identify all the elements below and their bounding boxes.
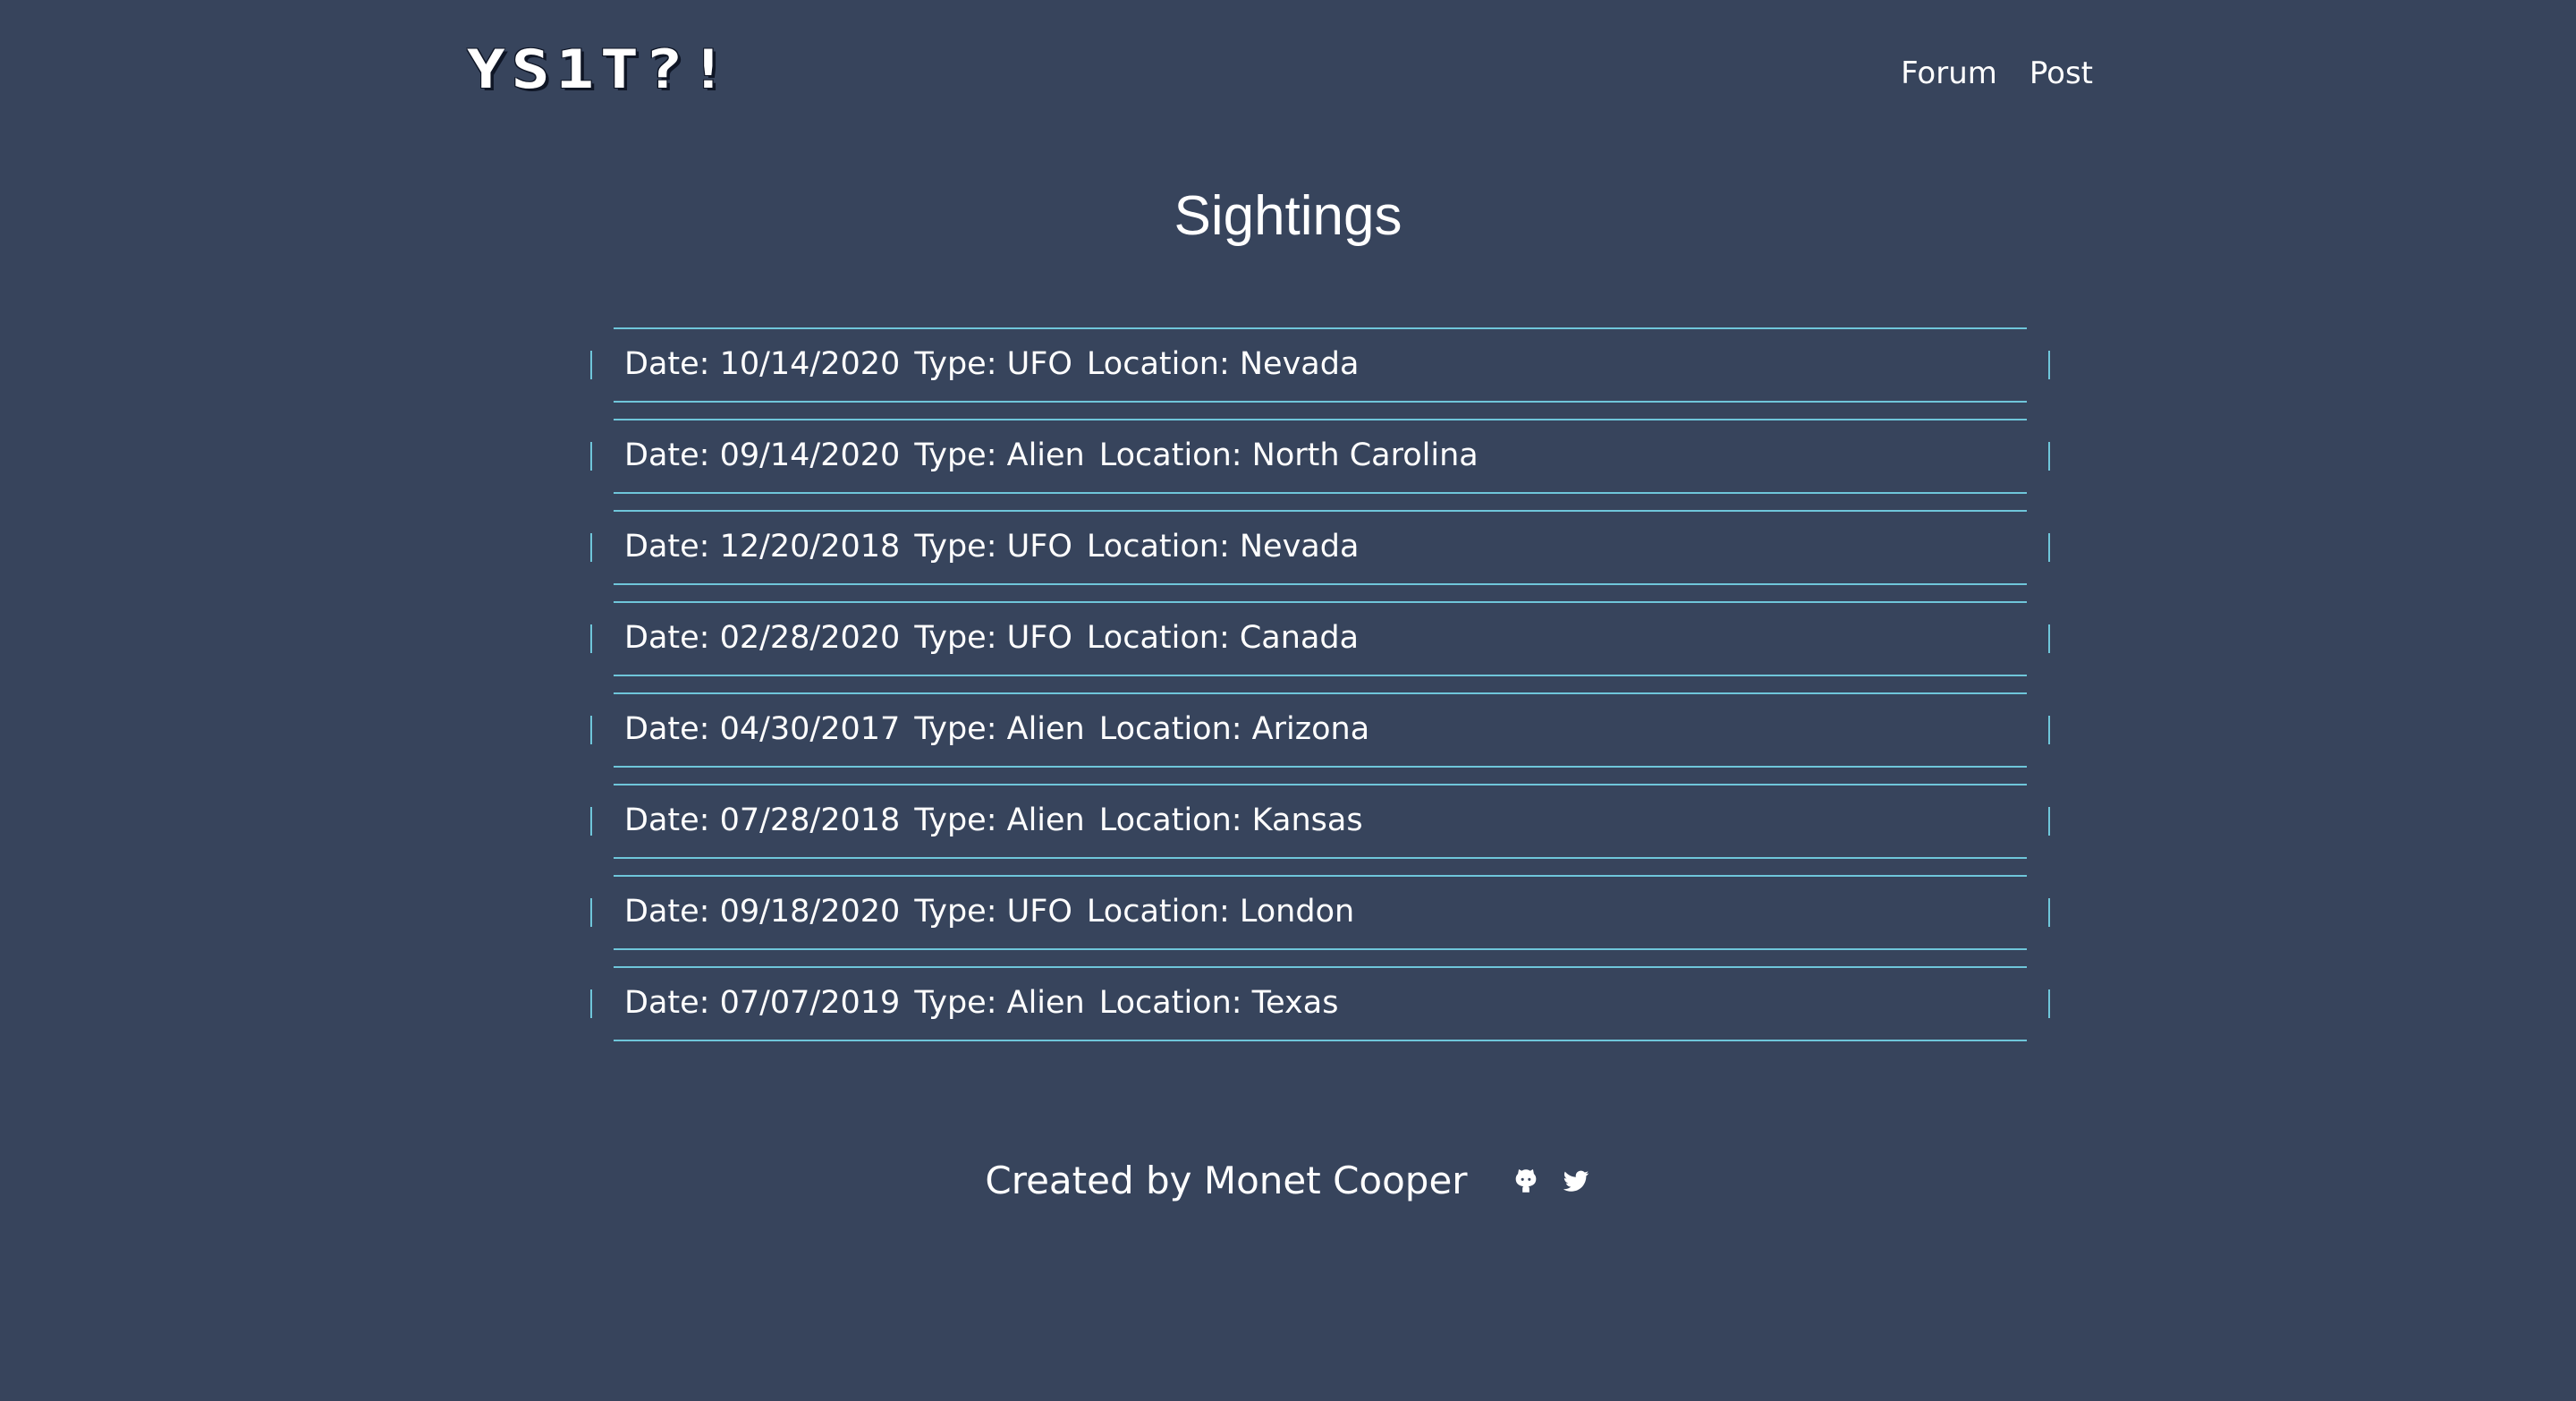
sighting-item[interactable]: Date: 04/30/2017 Type: Alien Location: Ari… [590,692,2050,768]
sighting-location: Location: Texas [1098,985,1339,1021]
item-border-bottom [614,948,2027,950]
sighting-text: Date: 10/14/2020 Type: UFO Location: Nevad… [624,342,1373,386]
sighting-item[interactable]: Date: 02/28/2020 Type: UFO Location: Canad… [590,601,2050,676]
item-border-top [614,784,2027,785]
site-logo[interactable]: YS1T?! [467,41,733,98]
item-border-left [590,351,592,379]
item-border-left [590,442,592,471]
site-header: YS1T?! Forum Post [0,0,2576,143]
sighting-date: Date: 07/07/2019 [624,985,901,1021]
item-border-bottom [614,766,2027,768]
item-border-right [2048,442,2050,471]
sightings-list: Date: 10/14/2020 Type: UFO Location: Nevad… [590,327,2050,1057]
sighting-type: Type: Alien [914,802,1085,838]
item-border-top [614,510,2027,512]
sighting-date: Date: 07/28/2018 [624,802,901,838]
sighting-text: Date: 07/07/2019 Type: Alien Location: Tex… [624,981,1352,1025]
item-border-right [2048,989,2050,1018]
sighting-location: Location: Canada [1086,620,1360,656]
sighting-text: Date: 12/20/2018 Type: UFO Location: Nevad… [624,524,1373,569]
sighting-item[interactable]: Date: 07/28/2018 Type: Alien Location: Kan… [590,784,2050,859]
sighting-type: Type: Alien [914,985,1085,1021]
sighting-date: Date: 02/28/2020 [624,620,901,656]
sighting-item[interactable]: Date: 09/14/2020 Type: Alien Location: Nor… [590,419,2050,494]
sighting-type: Type: Alien [914,437,1085,473]
sighting-text: Date: 02/28/2020 Type: UFO Location: Canad… [624,616,1373,660]
sighting-text: Date: 04/30/2017 Type: Alien Location: Ari… [624,707,1384,751]
sighting-location: Location: Nevada [1086,346,1360,382]
footer-credit: Created by Monet Cooper [985,1159,1468,1202]
item-border-bottom [614,857,2027,859]
item-border-bottom [614,401,2027,403]
github-icon-graphic [1515,1168,1536,1193]
item-border-left [590,989,592,1018]
sighting-date: Date: 09/18/2020 [624,894,901,930]
sighting-item[interactable]: Date: 09/18/2020 Type: UFO Location: Londo… [590,875,2050,950]
item-border-left [590,807,592,836]
item-border-bottom [614,1040,2027,1041]
page-title: Sightings [1174,185,1402,247]
sighting-location: Location: London [1086,894,1355,930]
item-border-top [614,419,2027,420]
item-border-left [590,533,592,562]
site-footer: Created by Monet Cooper [0,1154,2576,1208]
sighting-text: Date: 09/14/2020 Type: Alien Location: Nor… [624,433,1493,478]
sighting-type: Type: UFO [914,620,1072,656]
sighting-text: Date: 07/28/2018 Type: Alien Location: Kan… [624,798,1377,843]
sighting-item[interactable]: Date: 07/07/2019 Type: Alien Location: Tex… [590,966,2050,1041]
sighting-date: Date: 10/14/2020 [624,346,901,382]
item-border-right [2048,898,2050,927]
sighting-type: Type: UFO [914,346,1072,382]
sighting-date: Date: 12/20/2018 [624,529,901,565]
sighting-date: Date: 04/30/2017 [624,711,901,747]
item-border-bottom [614,492,2027,494]
sighting-item[interactable]: Date: 12/20/2018 Type: UFO Location: Nevad… [590,510,2050,585]
item-border-right [2048,716,2050,744]
sighting-location: Location: North Carolina [1098,437,1479,473]
nav-forum-link[interactable]: Forum [1901,54,1997,93]
sighting-date: Date: 09/14/2020 [624,437,901,473]
item-border-left [590,898,592,927]
sighting-text: Date: 09/18/2020 Type: UFO Location: Londo… [624,889,1368,934]
github-icon[interactable] [1511,1166,1541,1196]
sighting-location: Location: Nevada [1086,529,1360,565]
nav-post-link[interactable]: Post [2029,54,2093,93]
sighting-type: Type: UFO [914,529,1072,565]
sighting-item[interactable]: Date: 10/14/2020 Type: UFO Location: Nevad… [590,327,2050,403]
sighting-location: Location: Kansas [1098,802,1363,838]
item-border-top [614,875,2027,877]
item-border-right [2048,351,2050,379]
main-nav: Forum Post [1901,54,2093,93]
item-border-right [2048,533,2050,562]
sighting-type: Type: UFO [914,894,1072,930]
item-border-top [614,327,2027,329]
item-border-right [2048,624,2050,653]
item-border-bottom [614,583,2027,585]
item-border-top [614,601,2027,603]
item-border-left [590,624,592,653]
twitter-icon-graphic [1563,1170,1589,1192]
item-border-right [2048,807,2050,836]
item-border-top [614,692,2027,694]
item-border-left [590,716,592,744]
sighting-type: Type: Alien [914,711,1085,747]
twitter-icon[interactable] [1561,1166,1591,1196]
item-border-bottom [614,675,2027,676]
item-border-top [614,966,2027,968]
sighting-location: Location: Arizona [1098,711,1370,747]
